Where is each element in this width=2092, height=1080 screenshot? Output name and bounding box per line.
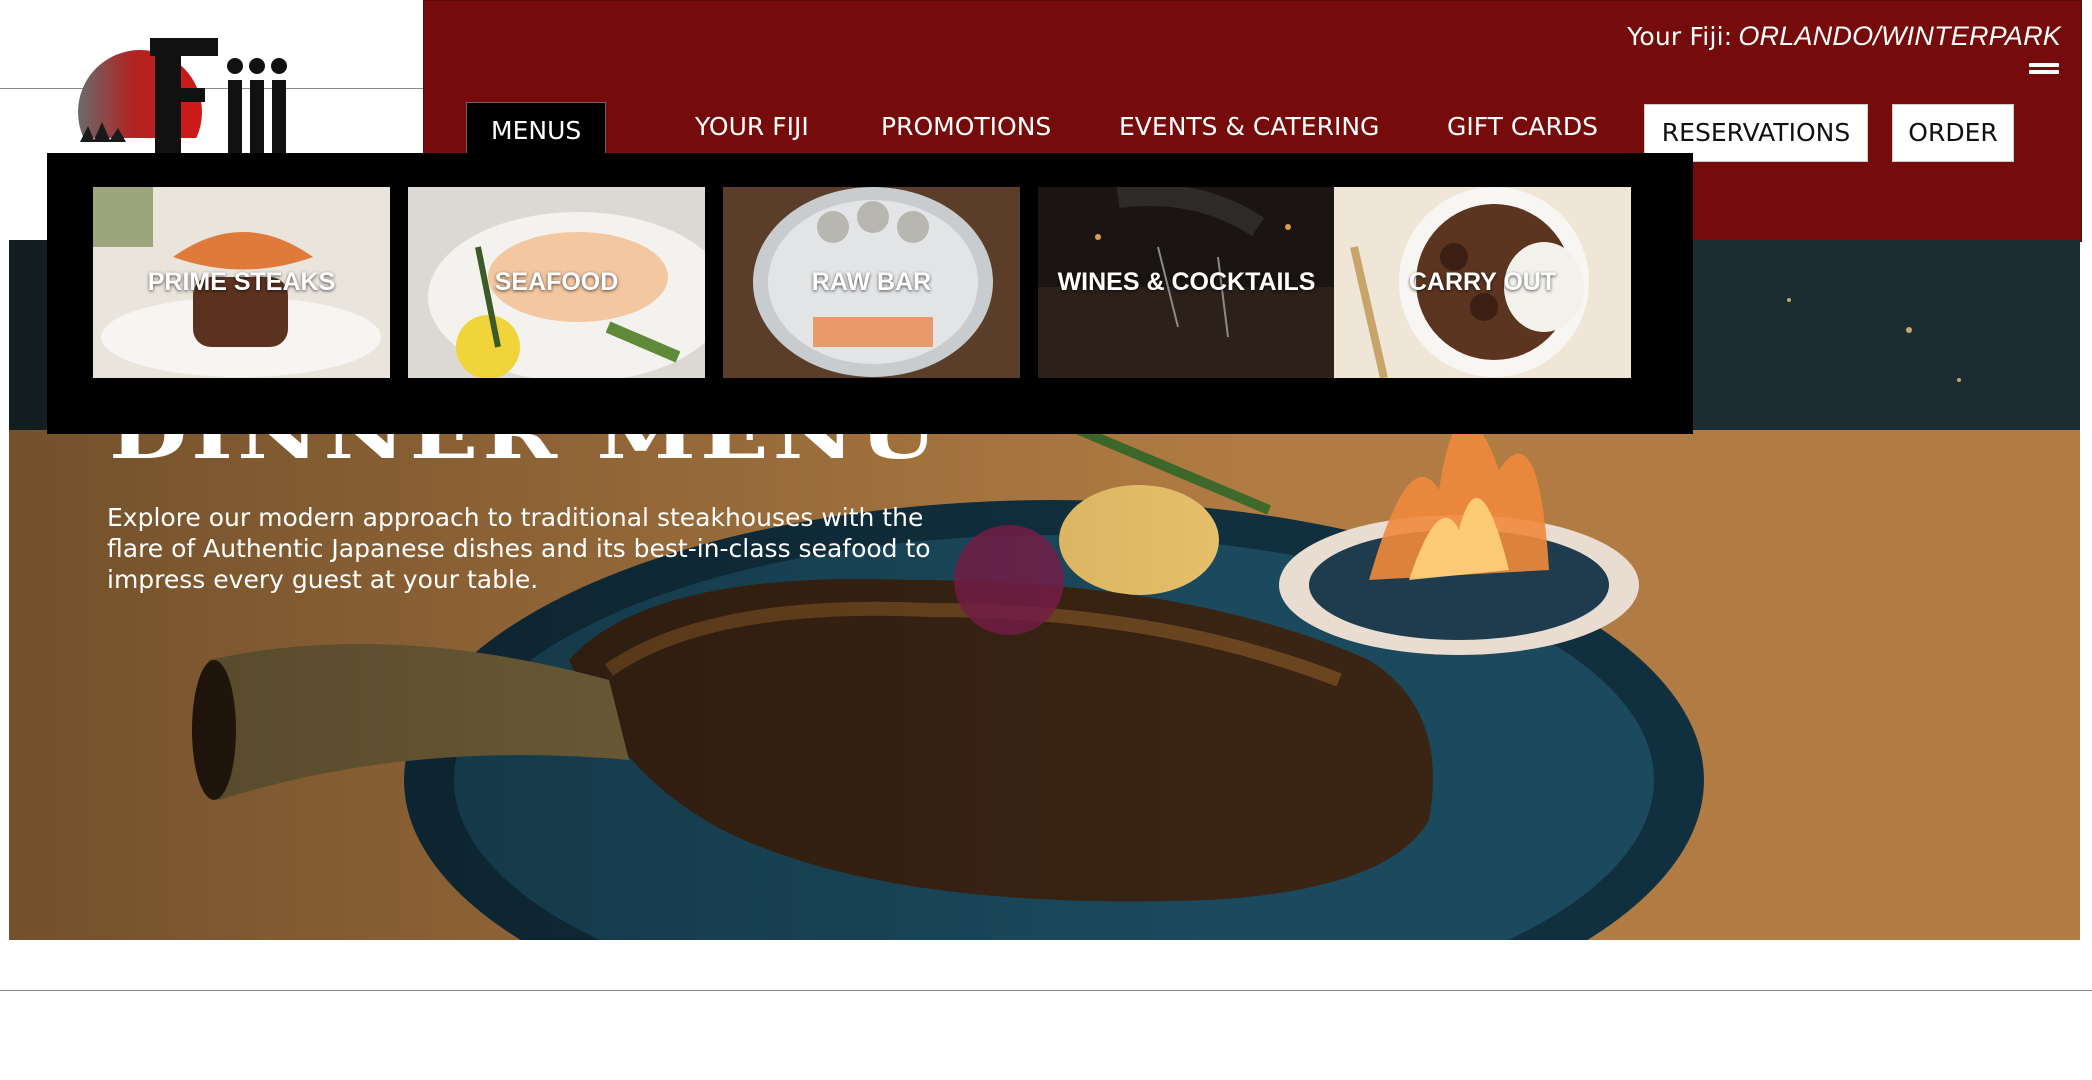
tile-label: PRIME STEAKS bbox=[147, 268, 336, 296]
order-button[interactable]: ORDER bbox=[1892, 104, 2014, 162]
nav-menus[interactable]: MENUS bbox=[466, 102, 607, 159]
tile-label: CARRY OUT bbox=[1408, 268, 1557, 296]
menu-tile-seafood[interactable]: SEAFOOD bbox=[408, 187, 705, 378]
hero-description: Explore our modern approach to tradition… bbox=[107, 503, 931, 594]
fiji-logo-mark bbox=[70, 38, 287, 178]
location-selector[interactable]: Your Fiji: ORLANDO/WINTERPARK bbox=[1627, 21, 2061, 52]
nav-your-fiji[interactable]: YOUR FIJI bbox=[695, 101, 809, 153]
hamburger-menu-icon[interactable] bbox=[2029, 63, 2059, 81]
location-prefix: Your Fiji: bbox=[1627, 22, 1733, 51]
menu-tile-wines-cocktails[interactable]: WINES & COCKTAILS bbox=[1038, 187, 1335, 378]
menu-tile-raw-bar[interactable]: RAW BAR bbox=[723, 187, 1020, 378]
nav-promotions[interactable]: PROMOTIONS bbox=[881, 101, 1051, 153]
tile-label: RAW BAR bbox=[811, 268, 932, 296]
nav-gift-cards[interactable]: GIFT CARDS bbox=[1447, 101, 1598, 153]
menu-tile-carry-out[interactable]: CARRY OUT bbox=[1334, 187, 1631, 378]
menu-tile-prime-steaks[interactable]: PRIME STEAKS bbox=[93, 187, 390, 378]
bottom-divider bbox=[0, 990, 2092, 991]
tile-label: WINES & COCKTAILS bbox=[1057, 268, 1316, 296]
fiji-logo[interactable] bbox=[60, 30, 300, 178]
tile-label: SEAFOOD bbox=[494, 268, 619, 296]
location-city[interactable]: ORLANDO/WINTERPARK bbox=[1738, 21, 2061, 51]
nav-events-catering[interactable]: EVENTS & CATERING bbox=[1119, 101, 1379, 153]
